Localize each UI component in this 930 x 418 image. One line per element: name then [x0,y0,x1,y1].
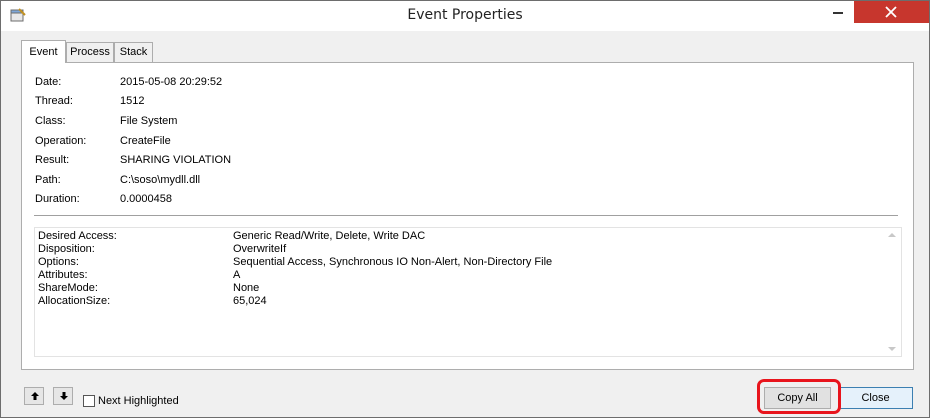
operation-label: Operation: [35,135,87,147]
arrow-up-icon [31,392,39,400]
sharemode-value: None [233,282,260,294]
class-label: Class: [35,115,66,127]
previous-event-button[interactable] [24,387,44,405]
sharemode-label: ShareMode: [38,282,98,294]
detail-scrollbar[interactable] [885,228,901,356]
next-highlighted-checkbox[interactable] [83,395,95,407]
tab-stack[interactable]: Stack [114,42,153,62]
thread-value: 1512 [120,95,145,107]
attributes-value: A [233,269,241,281]
close-button[interactable]: Close [838,387,913,409]
tab-event[interactable]: Event [21,40,66,63]
path-label: Path: [35,174,61,186]
attributes-label: Attributes: [38,269,88,281]
desired-access-label: Desired Access: [38,230,117,242]
tab-process[interactable]: Process [66,42,114,62]
options-label: Options: [38,256,79,268]
next-highlighted-label[interactable]: Next Highlighted [98,395,179,408]
title-bar: Event Properties [1,1,929,31]
date-label: Date: [35,76,62,88]
allocation-size-label: AllocationSize: [38,295,111,307]
window-title: Event Properties [407,7,523,23]
operation-value: CreateFile [120,135,171,147]
event-properties-window: Event Properties Event Process Stack Dat… [0,0,930,418]
detail-list[interactable]: Desired Access: Generic Read/Write, Dele… [34,227,902,357]
disposition-value: OverwriteIf [233,243,287,255]
allocation-size-value: 65,024 [233,295,267,307]
result-label: Result: [35,154,70,166]
duration-value: 0.0000458 [120,193,172,205]
class-value: File System [120,115,178,127]
desired-access-value: Generic Read/Write, Delete, Write DAC [233,230,426,242]
scroll-up-icon[interactable] [888,233,896,237]
disposition-label: Disposition: [38,243,95,255]
highlight-annotation [757,379,841,414]
result-value: SHARING VIOLATION [120,154,232,166]
minimize-button[interactable] [824,1,852,23]
thread-label: Thread: [35,95,73,107]
options-value: Sequential Access, Synchronous IO Non-Al… [233,256,553,268]
event-panel: Date: 2015-05-08 20:29:52 Thread: 1512 C… [21,62,914,370]
date-value: 2015-05-08 20:29:52 [120,76,223,88]
arrow-down-icon [60,392,68,400]
close-icon [885,6,897,18]
section-divider [34,215,898,216]
scroll-down-icon[interactable] [888,347,896,351]
window-close-button[interactable] [854,1,929,23]
duration-label: Duration: [35,193,80,205]
next-event-button[interactable] [53,387,73,405]
path-value: C:\soso\mydll.dll [120,174,201,186]
